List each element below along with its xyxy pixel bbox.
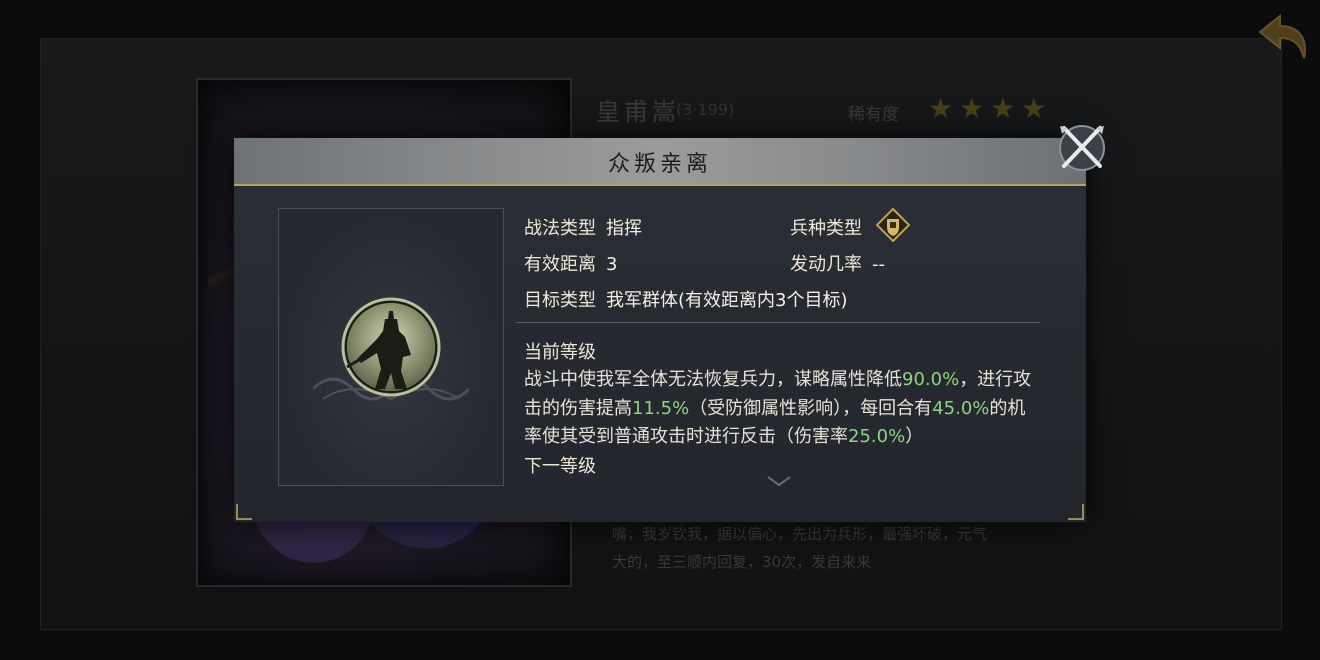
rarity-label: 稀有度 — [848, 105, 899, 125]
chevron-down-icon[interactable] — [766, 474, 792, 488]
desc-text: 战斗中使我军全体无法恢复兵力，谋略属性降低 — [524, 369, 902, 390]
hero-bio-line: 嘴，我岁钦我，据以偏心，先出为兵形，最强坏破，元气 — [612, 525, 988, 543]
rarity-stars: ★★★★ — [928, 92, 1053, 125]
corner-ornament — [236, 504, 252, 520]
hero-bio: 嘴，我岁钦我，据以偏心，先出为兵形，最强坏破，元气 大的，至三顺内回复，30次，… — [612, 520, 1102, 576]
desc-value: 45.0% — [932, 397, 990, 419]
tactic-type-label: 战法类型 — [524, 218, 596, 239]
troop-type-row: 兵种类型 — [790, 214, 862, 240]
tactic-detail-dialog: 众叛亲离 战法类型 指挥 兵种类型 有效距离 3 发动几率 -- 目标类型 我军… — [234, 138, 1086, 522]
shield-fist-icon — [876, 208, 910, 242]
hero-bio-line: 大的，至三顺内回复，30次，发自来来 — [612, 553, 872, 571]
trigger-rate-row: 发动几率 -- — [790, 250, 885, 276]
range-value: 3 — [606, 254, 618, 275]
hero-level: (3·199) — [676, 100, 735, 119]
dialog-title: 众叛亲离 — [607, 152, 712, 177]
range-label: 有效距离 — [524, 254, 596, 275]
divider — [516, 322, 1040, 323]
trigger-rate-label: 发动几率 — [790, 254, 862, 275]
tactic-description[interactable]: 当前等级 战斗中使我军全体无法恢复兵力，谋略属性降低90.0%，进行攻击的伤害提… — [524, 338, 1044, 478]
desc-text: ） — [905, 426, 924, 447]
desc-value: 25.0% — [848, 426, 906, 447]
desc-value: 11.5% — [632, 397, 690, 419]
dialog-header: 众叛亲离 — [234, 138, 1086, 186]
game-screen: 皇甫嵩 (3·199) 稀有度 ★★★★ 嘴，我岁钦我，据以偏心，先出为兵形，最… — [0, 0, 1320, 660]
tactic-type-row: 战法类型 指挥 — [524, 214, 642, 240]
hero-name: 皇甫嵩 — [596, 98, 680, 126]
target-label: 目标类型 — [524, 290, 596, 311]
back-arrow-icon[interactable] — [1254, 10, 1314, 66]
desc-value: 90.0% — [902, 369, 960, 390]
trigger-rate-value: -- — [872, 254, 885, 275]
corner-ornament — [1068, 504, 1084, 520]
troop-type-label: 兵种类型 — [790, 218, 862, 239]
tactic-type-value: 指挥 — [606, 218, 642, 239]
current-level-title: 当前等级 — [524, 342, 596, 363]
target-value: 我军群体(有效距离内3个目标) — [606, 290, 848, 311]
desc-text: （受防御属性影响），每回合有 — [689, 397, 933, 419]
range-row: 有效距离 3 — [524, 250, 617, 276]
tactic-icon-panel — [278, 208, 504, 486]
current-level-text: 战斗中使我军全体无法恢复兵力，谋略属性降低90.0%，进行攻击的伤害提高11.5… — [524, 366, 1034, 452]
warrior-icon — [341, 297, 441, 397]
crossed-swords-icon[interactable] — [1056, 122, 1108, 174]
target-row: 目标类型 我军群体(有效距离内3个目标) — [524, 286, 848, 312]
